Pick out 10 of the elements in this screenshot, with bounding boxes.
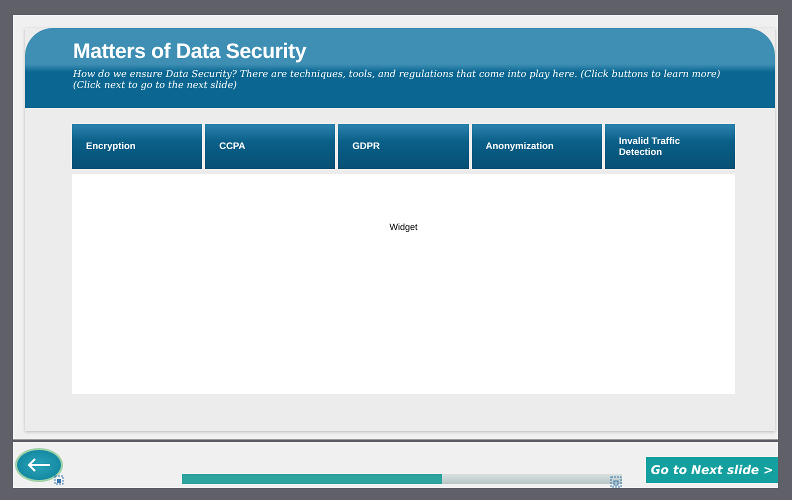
back-button[interactable] [15, 448, 63, 482]
tab-button[interactable]: Anonymization [472, 124, 602, 169]
slide-title: Matters of Data Security [73, 40, 308, 64]
left-arrow-icon [26, 458, 52, 472]
widget-label: Widget [389, 222, 418, 234]
tab-button[interactable]: CCPA [205, 124, 336, 169]
tab-button[interactable]: GDPR [338, 124, 469, 169]
slide-subtitle: How do we ensure Data Security? There are techniques, tools, and regulations that come into play here. (Click buttons to learn more) (Click next to go to the next slide) [73, 69, 722, 91]
tab-button[interactable]: Invalid Traffic Detection [604, 124, 736, 169]
tab-button[interactable]: Encryption [72, 124, 202, 169]
